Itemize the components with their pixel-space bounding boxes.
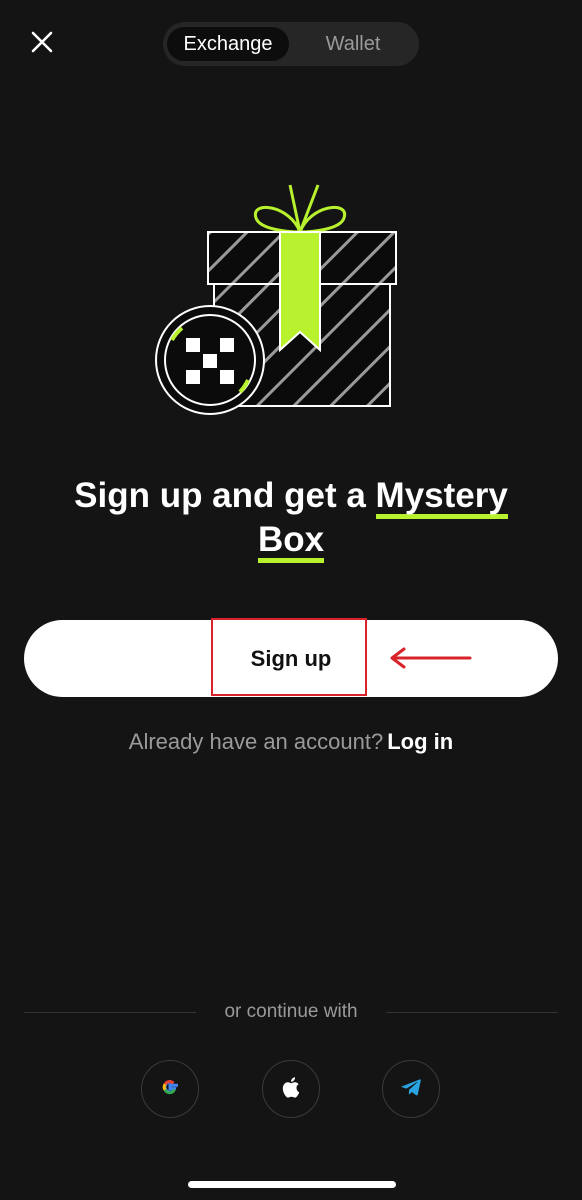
headline-highlight-mystery: Mystery bbox=[375, 476, 508, 519]
sign-up-button[interactable]: Sign up bbox=[24, 620, 558, 697]
page-title: Sign up and get a Mystery Box bbox=[30, 474, 552, 563]
mystery-box-illustration bbox=[150, 180, 410, 420]
home-indicator bbox=[188, 1181, 396, 1188]
close-button[interactable] bbox=[22, 24, 62, 64]
apple-login-button[interactable] bbox=[262, 1060, 320, 1118]
tab-wallet[interactable]: Wallet bbox=[291, 27, 415, 61]
login-prompt-text: Already have an account? bbox=[128, 729, 384, 754]
exchange-wallet-switch: Exchange Wallet bbox=[163, 22, 419, 66]
tab-exchange[interactable]: Exchange bbox=[167, 27, 289, 61]
telegram-login-button[interactable] bbox=[382, 1060, 440, 1118]
telegram-icon bbox=[400, 1076, 422, 1103]
divider-label: or continue with bbox=[224, 1001, 358, 1022]
google-icon bbox=[159, 1076, 181, 1103]
headline-highlight-box: Box bbox=[257, 520, 325, 563]
divider-line-left bbox=[24, 1011, 197, 1013]
log-in-link[interactable]: Log in bbox=[387, 729, 453, 754]
close-icon bbox=[31, 31, 53, 58]
headline-prefix: Sign up and get a bbox=[74, 476, 376, 515]
login-prompt: Already have an account? Log in bbox=[0, 729, 582, 755]
google-login-button[interactable] bbox=[141, 1060, 199, 1118]
apple-icon bbox=[280, 1075, 302, 1104]
divider-line-right bbox=[385, 1011, 559, 1013]
continue-with-divider: or continue with bbox=[24, 998, 559, 1026]
